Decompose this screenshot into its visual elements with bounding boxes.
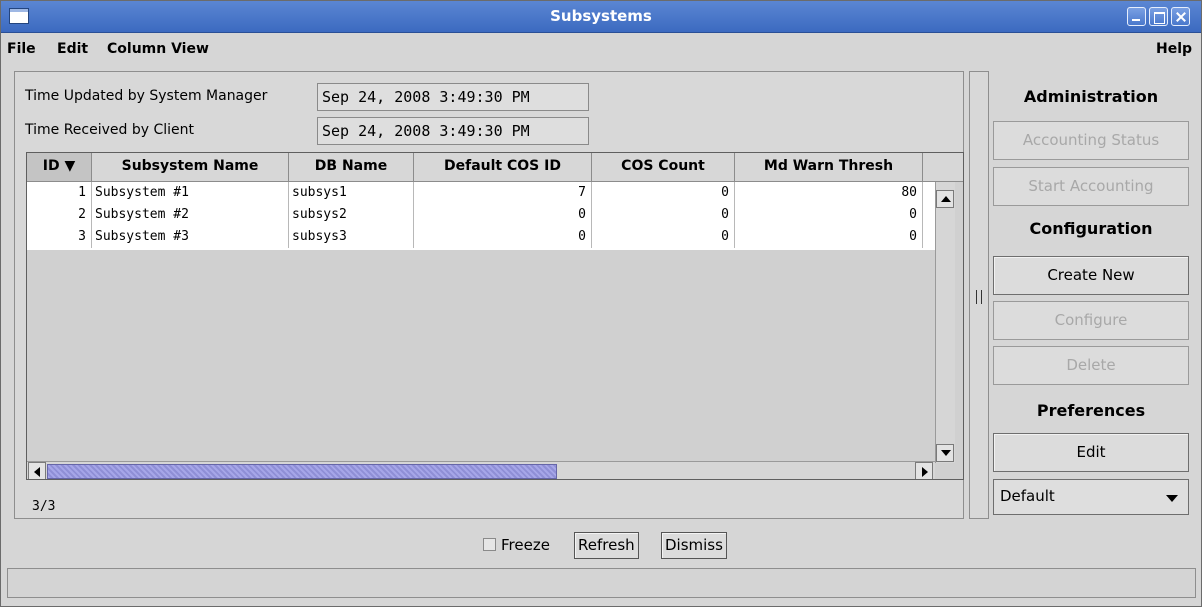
status-bar [7, 568, 1196, 598]
configuration-heading: Configuration [1029, 219, 1153, 238]
edit-preferences-button[interactable]: Edit [993, 433, 1189, 472]
column-header-subsystem-name[interactable]: Subsystem Name [92, 153, 289, 182]
menu-column-view[interactable]: Column View [107, 41, 209, 57]
horizontal-scrollbar[interactable] [27, 461, 935, 479]
cell-cos-count: 0 [592, 226, 735, 248]
configure-button[interactable]: Configure [993, 301, 1189, 340]
cell-db-name: subsys2 [289, 204, 414, 226]
refresh-button[interactable]: Refresh [574, 532, 639, 559]
freeze-label: Freeze [501, 536, 550, 554]
accounting-status-button[interactable]: Accounting Status [993, 121, 1189, 160]
close-icon[interactable] [1171, 7, 1190, 26]
column-header-overflow [923, 153, 963, 182]
title-bar[interactable]: Subsystems [1, 1, 1201, 33]
create-new-button[interactable]: Create New [993, 256, 1189, 295]
table-row[interactable]: 3 Subsystem #3 subsys3 0 0 0 [27, 226, 935, 248]
cell-id: 1 [27, 182, 92, 204]
column-header-md-warn-thresh[interactable]: Md Warn Thresh [735, 153, 923, 182]
time-received-label: Time Received by Client [25, 122, 195, 138]
scroll-right-icon[interactable] [915, 462, 933, 479]
freeze-checkbox[interactable] [483, 538, 496, 551]
row-count-label: 3/3 [32, 499, 56, 514]
table-body: 1 Subsystem #1 subsys1 7 0 80 2 Subsyste… [27, 182, 935, 250]
cell-cos-count: 0 [592, 182, 735, 204]
cell-default-cos-id: 7 [414, 182, 592, 204]
cell-db-name: subsys1 [289, 182, 414, 204]
subsystem-list-panel: Time Updated by System Manager Sep 24, 2… [14, 71, 964, 519]
cell-md-warn-thresh: 0 [735, 226, 923, 248]
menu-bar: File Edit Column View Help [1, 34, 1201, 64]
preferences-select-value: Default [1000, 487, 1055, 505]
cell-subsystem-name: Subsystem #1 [92, 182, 289, 204]
cell-id: 3 [27, 226, 92, 248]
scroll-left-icon[interactable] [28, 462, 46, 479]
cell-cos-count: 0 [592, 204, 735, 226]
cell-default-cos-id: 0 [414, 204, 592, 226]
splitter-grip-icon[interactable] [976, 290, 982, 304]
table-row[interactable]: 2 Subsystem #2 subsys2 0 0 0 [27, 204, 935, 226]
time-updated-field: Sep 24, 2008 3:49:30 PM [317, 83, 589, 111]
horizontal-scroll-thumb[interactable] [47, 464, 557, 479]
menu-edit[interactable]: Edit [57, 41, 88, 57]
dropdown-arrow-icon[interactable] [1166, 495, 1178, 502]
menu-help[interactable]: Help [1156, 41, 1192, 57]
scroll-up-icon[interactable] [936, 190, 954, 208]
column-header-id[interactable]: ID ▼ [27, 153, 92, 182]
scroll-down-icon[interactable] [936, 444, 954, 462]
actions-panel: Administration Accounting Status Start A… [989, 71, 1199, 519]
cell-subsystem-name: Subsystem #3 [92, 226, 289, 248]
window-title: Subsystems [550, 7, 652, 25]
dismiss-button[interactable]: Dismiss [661, 532, 727, 559]
column-header-default-cos-id[interactable]: Default COS ID [414, 153, 592, 182]
time-received-field: Sep 24, 2008 3:49:30 PM [317, 117, 589, 145]
column-header-cos-count[interactable]: COS Count [592, 153, 735, 182]
bottom-button-bar: Freeze Refresh Dismiss [478, 531, 748, 561]
table-row[interactable]: 1 Subsystem #1 subsys1 7 0 80 [27, 182, 935, 204]
preferences-heading: Preferences [1036, 401, 1146, 420]
cell-default-cos-id: 0 [414, 226, 592, 248]
minimize-icon[interactable] [1127, 7, 1146, 26]
menu-file[interactable]: File [7, 41, 36, 57]
maximize-icon[interactable] [1149, 7, 1168, 26]
delete-button[interactable]: Delete [993, 346, 1189, 385]
subsystems-table: ID ▼ Subsystem Name DB Name Default COS … [26, 152, 964, 480]
column-header-db-name[interactable]: DB Name [289, 153, 414, 182]
cell-db-name: subsys3 [289, 226, 414, 248]
panel-splitter[interactable] [969, 71, 989, 519]
cell-md-warn-thresh: 80 [735, 182, 923, 204]
vertical-scrollbar[interactable] [935, 182, 955, 463]
subsystems-window: Subsystems File Edit Column View Help Ti… [0, 0, 1202, 607]
cell-id: 2 [27, 204, 92, 226]
administration-heading: Administration [1023, 87, 1159, 106]
start-accounting-button[interactable]: Start Accounting [993, 167, 1189, 206]
time-updated-label: Time Updated by System Manager [25, 88, 268, 104]
preferences-select[interactable]: Default [993, 479, 1189, 515]
cell-subsystem-name: Subsystem #2 [92, 204, 289, 226]
cell-md-warn-thresh: 0 [735, 204, 923, 226]
